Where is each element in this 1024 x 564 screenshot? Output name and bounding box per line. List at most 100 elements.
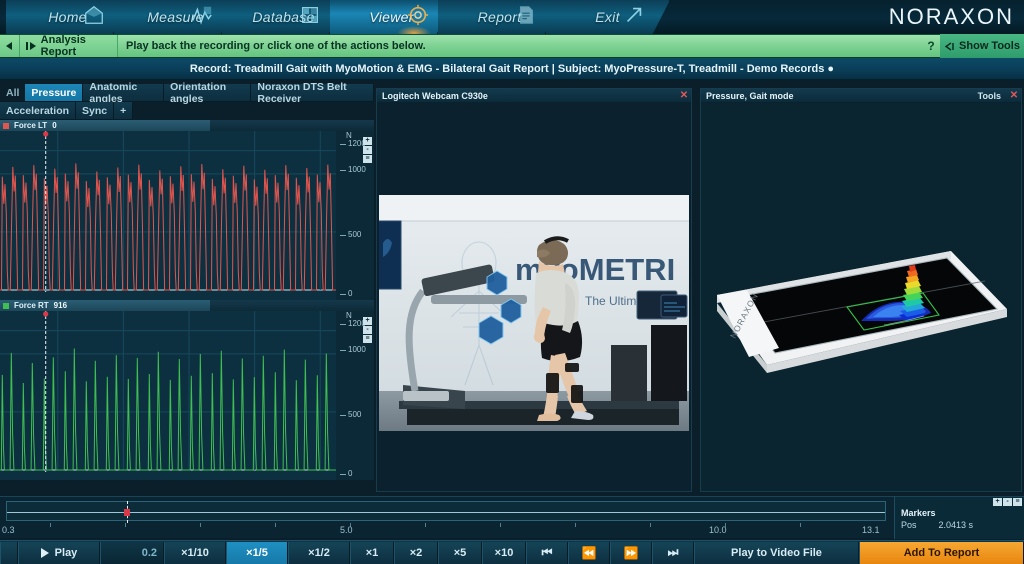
target-icon (407, 4, 429, 26)
step-back-icon[interactable]: ⏪ (568, 541, 610, 564)
force-rt-trace (0, 311, 336, 472)
treadmill-scene: myoMETRI The Ultimate (379, 195, 689, 431)
marker-remove-button[interactable]: - (1003, 498, 1012, 506)
speed-x10-button[interactable]: ×10 (482, 541, 526, 564)
channel-tab-acceleration[interactable]: Acceleration (0, 102, 77, 120)
chart-force-lt-plot[interactable] (0, 131, 336, 300)
step-forward-icon[interactable]: ⏩ (610, 541, 652, 564)
waveform-icon (192, 6, 212, 25)
markers-panel: + - ≡ Markers Pos 2.0413 s (894, 497, 1024, 539)
overview-track[interactable] (6, 501, 886, 523)
show-tools-label: Show Tools (959, 40, 1020, 52)
overview-cursor-handle[interactable] (124, 509, 130, 516)
nav-tab-report[interactable]: Report (438, 0, 562, 34)
y-zoom-menu-button[interactable]: ≡ (363, 335, 372, 343)
chart-force-rt-name: Force RT (14, 301, 49, 310)
chart-force-lt-chip[interactable]: Force LT 0 (0, 120, 210, 131)
speed-x5-button[interactable]: ×5 (438, 541, 482, 564)
overview-ruler: 0.3 5.0 10.0 13.1 (0, 523, 890, 539)
channel-tab-pressure[interactable]: Pressure (25, 84, 84, 102)
nav-tab-home-label: Home (48, 9, 87, 25)
speed-x1-10-button[interactable]: ×1/10 (164, 541, 226, 564)
viewer-active-glow (397, 26, 431, 34)
analysis-report-label: Analysis Report (40, 34, 86, 58)
chart-force-lt-name: Force LT (14, 121, 48, 130)
play-to-video-file-button[interactable]: Play to Video File (694, 541, 859, 564)
chart-force-rt-yaxis: N 1200 1000 500 0 + - ≡ (336, 311, 374, 480)
chart-force-lt-header: Force LT 0 (0, 120, 374, 131)
chart-force-rt-chip[interactable]: Force RT 916 (0, 300, 210, 311)
nav-tab-exit[interactable]: Exit (546, 0, 670, 34)
ytick-500: 500 (339, 230, 362, 239)
channel-tab-orientation-angles[interactable]: Orientation angles (164, 81, 252, 105)
skip-end-icon[interactable]: ⏭ (652, 541, 694, 564)
nav-tab-exit-label: Exit (595, 9, 620, 25)
noraxon-logo: NORAXON (888, 4, 1014, 29)
ytick-1000: 1000 (340, 345, 366, 354)
collapse-left-icon (6, 42, 12, 50)
video-stage[interactable]: myoMETRI The Ultimate (377, 103, 691, 491)
series-color-swatch (3, 302, 9, 309)
play-button[interactable]: Play (18, 541, 100, 564)
y-zoom-in-button[interactable]: + (363, 317, 372, 325)
channel-tab-row-1: All Pressure Anatomic angles Orientation… (0, 81, 374, 105)
speed-x2-button[interactable]: ×2 (394, 541, 438, 564)
nav-tab-viewer[interactable]: Viewer (330, 0, 454, 34)
channel-tab-sync[interactable]: Sync (76, 102, 115, 120)
action-bar: Analysis Report Play back the recording … (0, 34, 1024, 58)
markers-buttons: + - ≡ (895, 497, 1024, 507)
pressure-tools-button[interactable]: Tools (978, 91, 1007, 101)
collapse-left-button[interactable] (0, 35, 20, 57)
speed-x1-button[interactable]: ×1 (350, 541, 394, 564)
sensor-strap-right-thigh (565, 363, 579, 372)
skip-start-icon[interactable]: ⏮ (526, 541, 568, 564)
speed-x1-2-button[interactable]: ×1/2 (288, 541, 350, 564)
nav-tab-measure[interactable]: Measure (114, 0, 238, 34)
markers-title: Markers (901, 508, 936, 518)
nav-tab-database[interactable]: Database (222, 0, 346, 34)
close-icon[interactable]: ✕ (677, 90, 691, 101)
channel-tab-dts-belt-receiver[interactable]: Noraxon DTS Belt Receiver (251, 81, 374, 105)
marker-add-button[interactable]: + (993, 498, 1002, 506)
force-lt-trace (0, 131, 336, 292)
chart-force-rt[interactable]: Force RT 916 N 1200 1000 500 0 + - ≡ (0, 300, 374, 480)
chart-force-lt[interactable]: Force LT 0 N 1200 1000 500 0 + - ≡ (0, 120, 374, 300)
record-title-bar: Record: Treadmill Gait with MyoMotion & … (0, 58, 1024, 80)
y-zoom-out-button[interactable]: - (363, 326, 372, 334)
channel-tab-add[interactable]: + (114, 102, 134, 120)
analysis-report-button[interactable]: Analysis Report (20, 34, 118, 58)
chart-force-lt-value: 0 (52, 121, 57, 130)
speed-x1-5-button[interactable]: ×1/5 (226, 541, 288, 564)
channel-tab-all[interactable]: All (0, 84, 26, 102)
panel-collapse-icon (944, 41, 954, 51)
nav-tab-home[interactable]: Home (6, 0, 130, 34)
help-button[interactable]: ? (922, 39, 940, 53)
chart-force-rt-value: 916 (53, 301, 68, 310)
play-label: Play (54, 546, 78, 559)
chart-force-lt-zoom-controls: + - ≡ (363, 137, 372, 163)
channel-tab-anatomic-angles[interactable]: Anatomic angles (83, 81, 165, 105)
overview-tick-5: 5.0 (340, 525, 353, 535)
overview-timeline: 0.3 5.0 10.0 13.1 + - ≡ Markers Pos 2.04… (0, 496, 1024, 539)
chart-column: Force LT 0 N 1200 1000 500 0 + - ≡ Force… (0, 120, 374, 495)
y-zoom-out-button[interactable]: - (363, 146, 372, 154)
pressure-panel-header: Pressure, Gait mode Tools ✕ (701, 89, 1021, 103)
application-window: Home Measure Database Viewer Report Exit… (0, 0, 1024, 564)
chart-force-lt-yaxis: N 1200 1000 500 0 + - ≡ (336, 131, 374, 300)
overview-tick-10: 10.0 (709, 525, 727, 535)
ytick-500: 500 (339, 410, 362, 419)
close-icon[interactable]: ✕ (1007, 90, 1021, 101)
show-tools-button[interactable]: Show Tools (940, 34, 1024, 58)
video-frame: myoMETRI The Ultimate (379, 195, 689, 431)
y-zoom-in-button[interactable]: + (363, 137, 372, 145)
marker-menu-button[interactable]: ≡ (1013, 498, 1022, 506)
house-icon (85, 5, 103, 24)
chart-force-rt-plot[interactable] (0, 311, 336, 480)
database-icon (302, 7, 318, 23)
add-to-report-button[interactable]: Add To Report (859, 541, 1024, 564)
speed-value-field[interactable]: 0.2 (100, 541, 164, 564)
y-zoom-menu-button[interactable]: ≡ (363, 155, 372, 163)
document-icon (519, 6, 533, 24)
sensor-strap-left-shank (546, 373, 559, 393)
pressure-3d-stage[interactable]: NORAXON (701, 103, 1021, 491)
